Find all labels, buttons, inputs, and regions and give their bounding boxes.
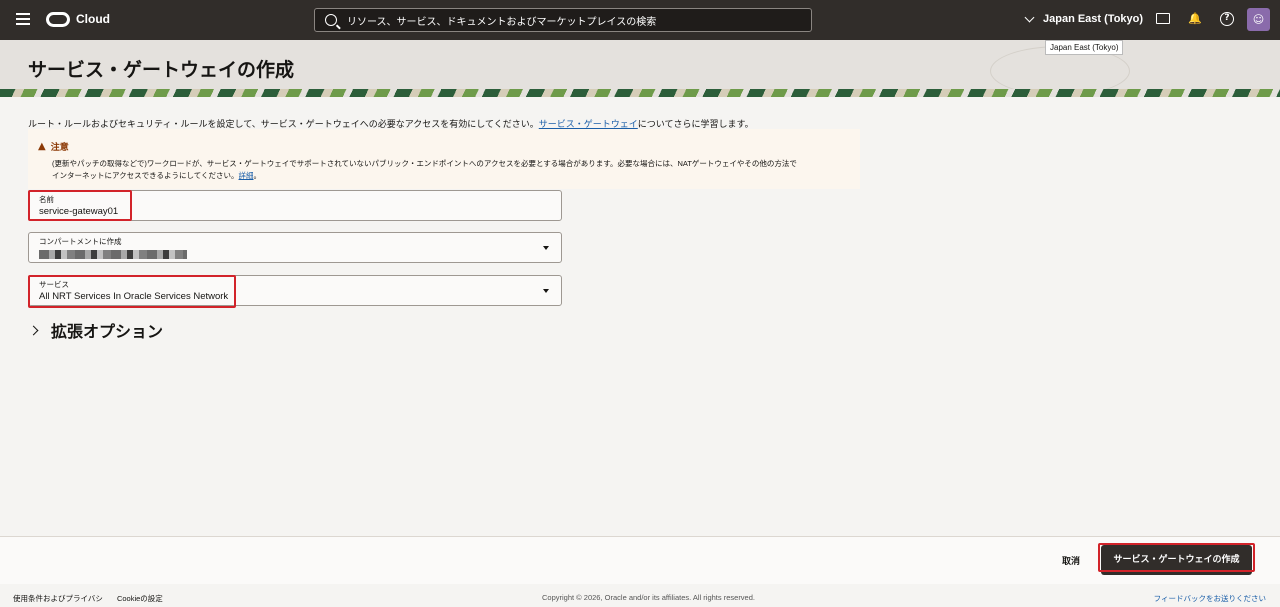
user-avatar[interactable]: ☺ (1247, 8, 1270, 31)
hamburger-menu-icon[interactable] (16, 13, 30, 25)
intro-suffix: についてさらに学習します。 (637, 119, 754, 129)
region-selector[interactable]: Japan East (Tokyo) (1024, 12, 1144, 25)
name-field[interactable]: 名前 service-gateway01 (28, 190, 562, 221)
name-label: 名前 (39, 195, 54, 204)
cloud-logo-text[interactable]: Cloud (76, 12, 110, 26)
create-service-gateway-button[interactable]: サービス・ゲートウェイの作成 (1101, 545, 1252, 575)
page-footer: 使用条件およびプライバシ Cookieの設定 Copyright © 2026,… (0, 587, 1280, 607)
warning-notice: ▲ 注意 (更新やパッチの取得などで)ワークロードが、サービス・ゲートウェイでサ… (28, 129, 860, 189)
terms-link[interactable]: 使用条件およびプライバシ (13, 594, 103, 603)
chevron-right-icon (28, 325, 39, 335)
cloud-shell-icon[interactable] (1156, 13, 1170, 24)
copyright-text: Copyright © 2026, Oracle and/or its affi… (542, 593, 755, 602)
chevron-down-icon (1024, 12, 1035, 22)
intro-body: ルート・ルールおよびセキュリティ・ルールを設定して、サービス・ゲートウェイへの必… (28, 119, 539, 129)
search-input[interactable]: リソース、サービス、ドキュメントおよびマーケットプレイスの検索 (314, 8, 812, 32)
notice-line-1: (更新やパッチの取得などで)ワークロードが、サービス・ゲートウェイでサポートされ… (52, 159, 797, 168)
advanced-options-label: 拡張オプション (51, 322, 164, 341)
dropdown-caret-icon (543, 246, 549, 250)
region-label: Japan East (Tokyo) (1043, 13, 1144, 25)
compartment-select[interactable]: コンパートメントに作成 (28, 232, 562, 263)
dropdown-caret-icon (543, 289, 549, 293)
oracle-logo-icon[interactable] (46, 12, 70, 27)
search-icon (325, 14, 337, 26)
compartment-label: コンパートメントに作成 (39, 237, 122, 246)
footer-links: 使用条件およびプライバシ Cookieの設定 (13, 593, 175, 604)
name-value[interactable]: service-gateway01 (39, 206, 118, 217)
page-title: サービス・ゲートウェイの作成 (28, 59, 295, 81)
feedback-link[interactable]: フィードバックをお送りください (1154, 593, 1266, 604)
cookie-settings-link[interactable]: Cookieの設定 (117, 594, 163, 603)
help-icon[interactable]: ? (1220, 12, 1234, 26)
notice-title-text: 注意 (50, 143, 69, 153)
notice-line-2: インターネットにアクセスできるようにしてください。 (52, 171, 239, 180)
details-link[interactable]: 詳細 (239, 171, 254, 180)
warning-icon: ▲ (38, 141, 46, 152)
region-tooltip: Japan East (Tokyo) (1045, 40, 1124, 55)
notice-body: (更新やパッチの取得などで)ワークロードが、サービス・ゲートウェイでサポートされ… (52, 158, 852, 182)
service-value[interactable]: All NRT Services In Oracle Services Netw… (39, 291, 228, 302)
notice-title: ▲ 注意 (38, 140, 69, 153)
service-select[interactable]: サービス All NRT Services In Oracle Services… (28, 275, 562, 306)
header-pattern (0, 89, 1280, 97)
advanced-options-toggle[interactable]: 拡張オプション (28, 318, 164, 342)
compartment-value-redacted (39, 250, 187, 259)
cancel-button[interactable]: 取消 (1062, 554, 1080, 567)
top-navigation-bar: Cloud リソース、サービス、ドキュメントおよびマーケットプレイスの検索 Ja… (0, 0, 1280, 40)
search-placeholder: リソース、サービス、ドキュメントおよびマーケットプレイスの検索 (347, 16, 657, 28)
action-bar: 取消 サービス・ゲートウェイの作成 (0, 536, 1280, 584)
service-gateway-link[interactable]: サービス・ゲートウェイ (539, 119, 638, 129)
notification-bell-icon[interactable]: 🔔 (1188, 12, 1202, 26)
service-label: サービス (39, 280, 69, 289)
